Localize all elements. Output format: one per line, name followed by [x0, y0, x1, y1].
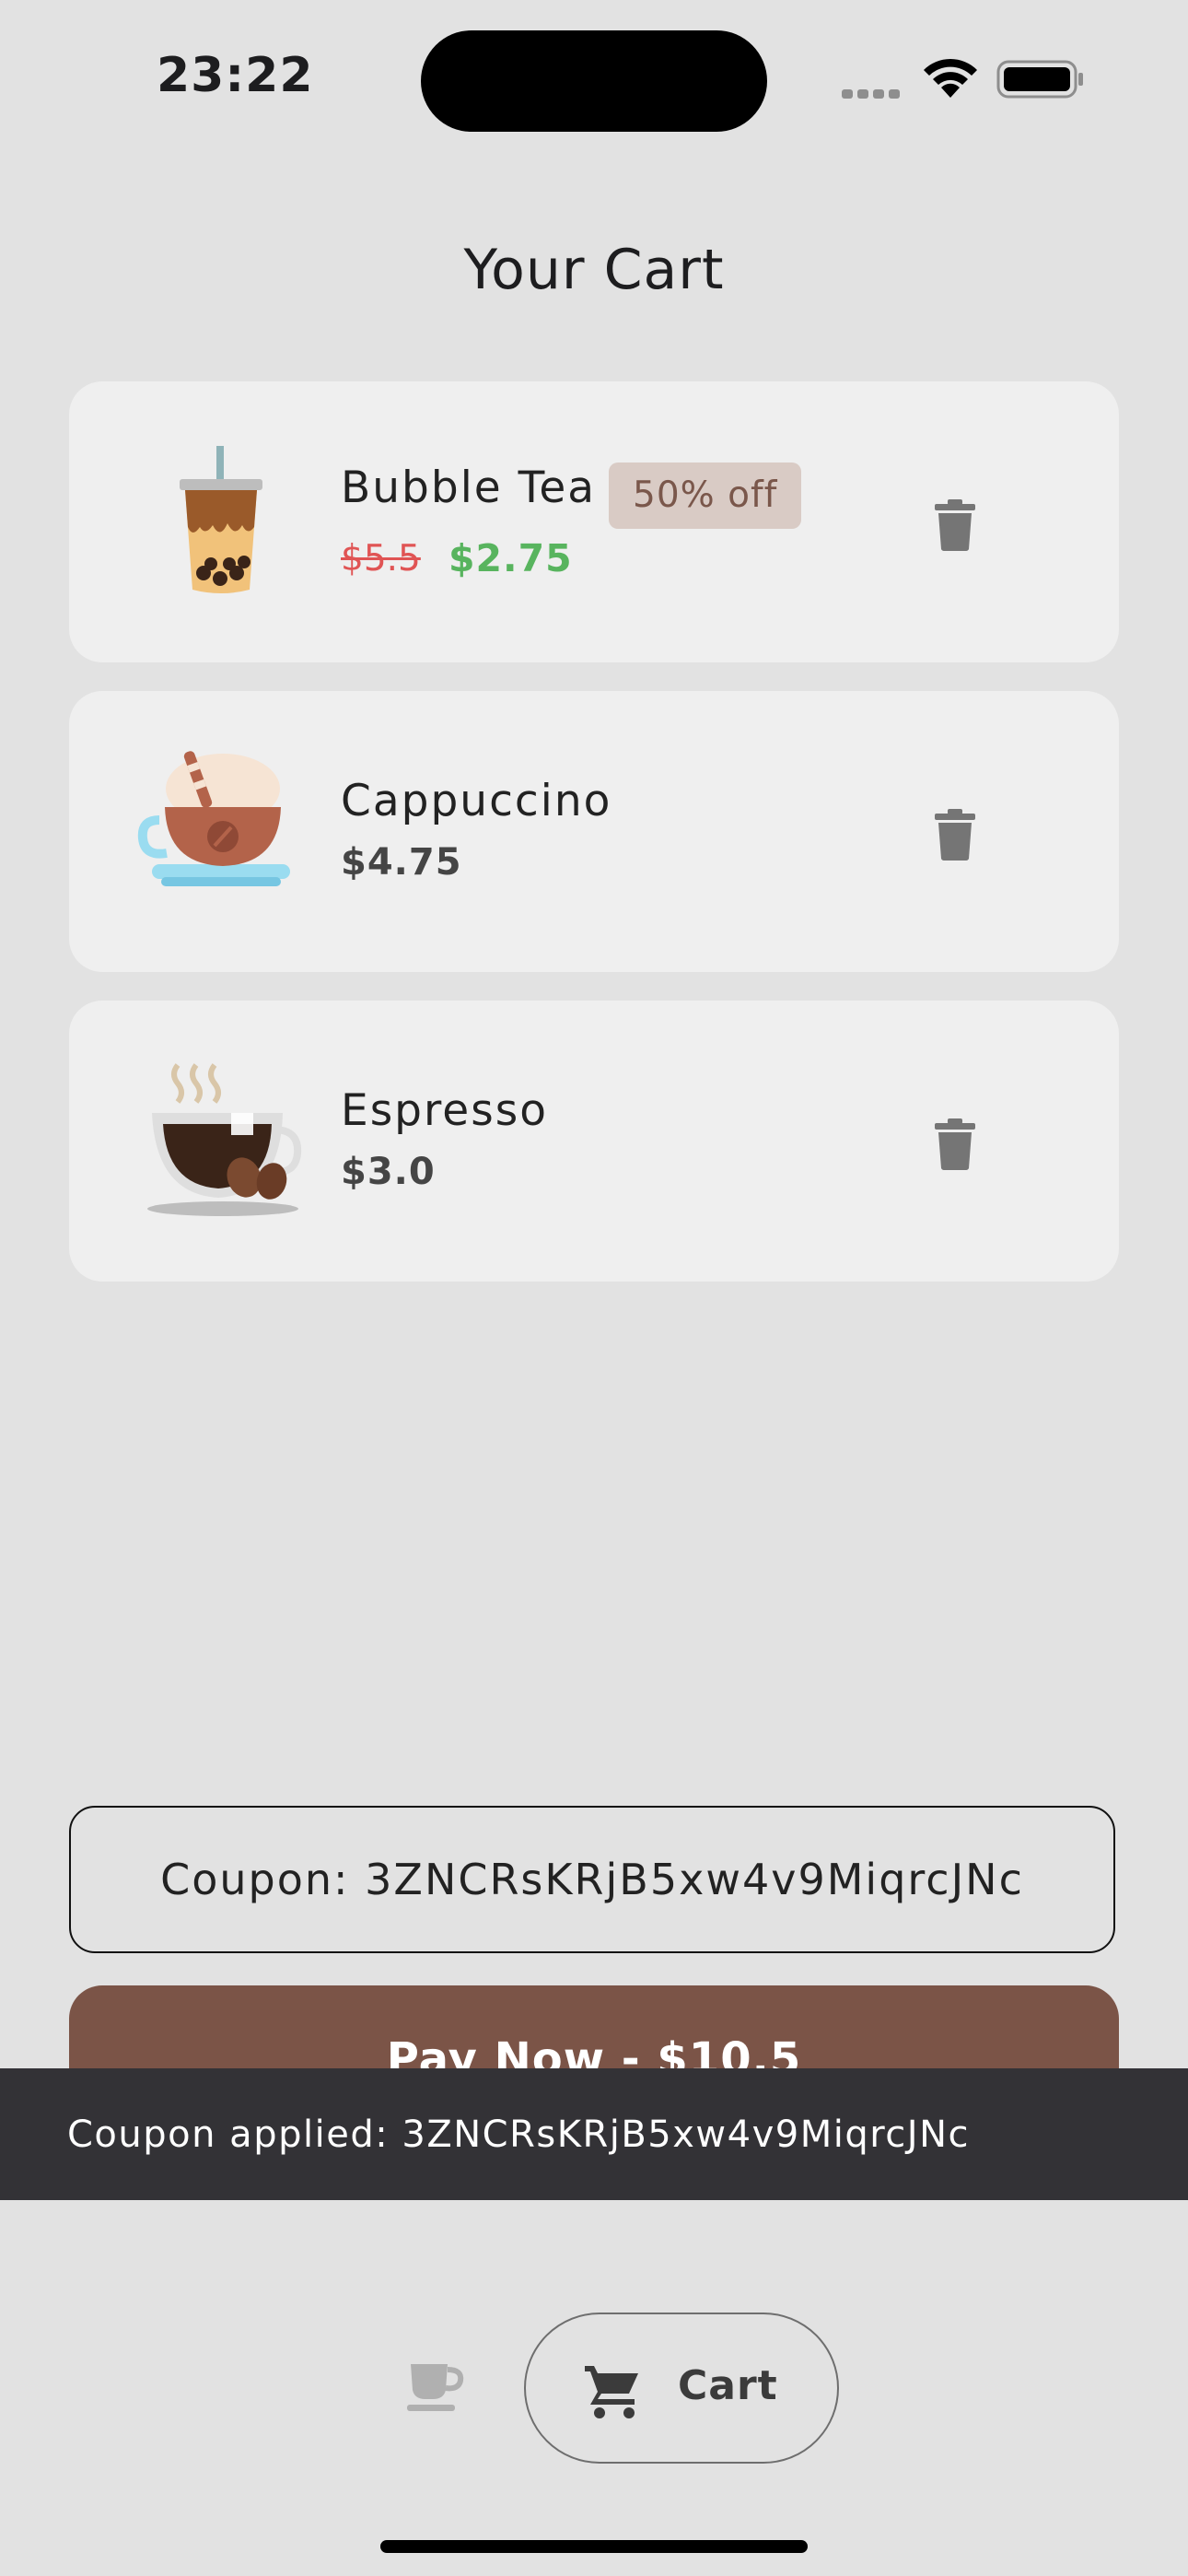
snackbar: Coupon applied: 3ZNCRsKRjB5xw4v9MiqrcJNc	[0, 2068, 1188, 2200]
home-indicator	[380, 2540, 808, 2553]
cart-item-bubble-tea: Bubble Tea 50% off $5.5 $2.75	[69, 381, 1119, 662]
original-price: $5.5	[341, 538, 421, 580]
cappuccino-icon	[137, 751, 290, 886]
cart-item-cappuccino: Cappuccino $4.75	[69, 691, 1119, 972]
bubble-tea-icon	[180, 446, 262, 593]
cart-icon	[585, 2366, 638, 2418]
item-price: $3.0	[341, 1151, 436, 1193]
wifi-icon	[924, 58, 977, 98]
item-name: Espresso	[341, 1085, 548, 1136]
page-title: Your Cart	[463, 238, 725, 302]
trash-icon[interactable]	[935, 1118, 975, 1170]
coupon-field[interactable]: Coupon: 3ZNCRsKRjB5xw4v9MiqrcJNc	[69, 1806, 1115, 1953]
cart-tab-label: Cart	[678, 2362, 778, 2409]
item-name: Bubble Tea	[341, 463, 597, 513]
snackbar-message: Coupon applied: 3ZNCRsKRjB5xw4v9MiqrcJNc	[67, 2113, 970, 2156]
discounted-price: $2.75	[448, 536, 573, 580]
battery-icon	[996, 60, 1083, 99]
dynamic-island	[421, 30, 767, 132]
status-time: 23:22	[157, 48, 314, 103]
cart-item-espresso: Espresso $3.0	[69, 1001, 1119, 1282]
item-name: Cappuccino	[341, 776, 612, 826]
cellular-signal-icon	[842, 85, 906, 99]
trash-icon[interactable]	[935, 499, 975, 551]
discount-badge: 50% off	[609, 463, 802, 529]
coffee-cup-icon[interactable]	[405, 2359, 466, 2414]
item-price: $4.75	[341, 841, 462, 884]
trash-icon[interactable]	[935, 809, 975, 861]
espresso-icon	[147, 1063, 302, 1216]
nav-cart-tab[interactable]: Cart	[524, 2313, 839, 2464]
